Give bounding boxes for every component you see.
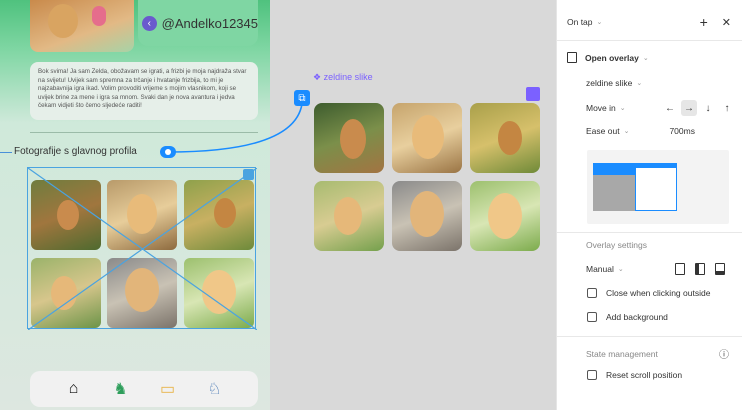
overlay-frame-label[interactable]: ❖ zeldine slike	[313, 72, 373, 83]
overlay-photo[interactable]	[470, 103, 540, 173]
duration-input[interactable]: 700ms	[669, 126, 695, 136]
destination-dropdown[interactable]: zeldine slike	[586, 78, 632, 88]
dog-bed-icon[interactable]: ▭	[156, 379, 180, 399]
add-interaction-icon[interactable]: +	[700, 14, 708, 30]
chevron-down-icon[interactable]: ⌄	[624, 127, 630, 135]
photo-grid-frame[interactable]	[27, 167, 257, 330]
photo-thumb[interactable]	[184, 180, 254, 250]
connection-start-node[interactable]	[160, 146, 176, 158]
bio-text: Bok svima! Ja sam Zelda, obožavam se igr…	[30, 62, 258, 120]
photo-thumb[interactable]	[107, 180, 177, 250]
photo-thumb[interactable]	[107, 258, 177, 328]
direction-left-button[interactable]: ←	[662, 100, 678, 116]
username-text: @Andelko12345	[161, 15, 258, 31]
overlay-photo[interactable]	[314, 103, 384, 173]
overlay-photo[interactable]	[470, 181, 540, 251]
bottom-nav-bar: ⌂ ♞ ▭ ♘	[30, 371, 258, 407]
info-icon[interactable]: ⓘ	[719, 346, 729, 361]
animation-preview	[587, 150, 729, 224]
state-management-heading: State management	[586, 348, 658, 359]
phone-frame: ‹ @Andelko12345 Bok svima! Ja sam Zelda,…	[0, 0, 270, 410]
chevron-down-icon[interactable]: ⌄	[597, 18, 603, 26]
easing-dropdown[interactable]: Ease out	[586, 126, 620, 136]
action-dropdown[interactable]: Open overlay	[585, 53, 639, 63]
overlay-connection-icon[interactable]: ⧉	[294, 90, 310, 106]
profile-dog-photo	[30, 0, 134, 52]
close-outside-checkbox[interactable]	[587, 288, 597, 298]
photo-thumb[interactable]	[184, 258, 254, 328]
home-icon[interactable]: ⌂	[62, 380, 86, 398]
interaction-panel: On tap ⌄ + ✕ Open overlay ⌄ zeldine slik…	[556, 0, 742, 410]
direction-down-button[interactable]: ↓	[700, 100, 716, 116]
overlay-photo[interactable]	[392, 103, 462, 173]
section-divider	[30, 132, 258, 133]
animation-dropdown[interactable]: Move in	[586, 103, 616, 113]
photos-section-title: Fotografije s glavnog profila	[0, 146, 137, 157]
add-background-label: Add background	[606, 312, 668, 322]
position-center-icon[interactable]	[675, 263, 685, 275]
overlay-photo[interactable]	[392, 181, 462, 251]
position-side-icon[interactable]	[695, 263, 705, 275]
chevron-down-icon[interactable]: ⌄	[636, 79, 642, 87]
overlay-action-icon	[567, 52, 577, 63]
chevron-down-icon[interactable]: ⌄	[643, 54, 649, 62]
trigger-dropdown[interactable]: On tap	[567, 17, 593, 27]
close-outside-label: Close when clicking outside	[606, 288, 711, 298]
dog-walk-icon[interactable]: ♞	[109, 379, 133, 399]
photo-thumb[interactable]	[31, 180, 101, 250]
photo-thumb[interactable]	[31, 258, 101, 328]
reset-scroll-label: Reset scroll position	[606, 370, 683, 380]
chevron-down-icon[interactable]: ⌄	[620, 104, 626, 112]
overlay-photo[interactable]	[314, 181, 384, 251]
overlay-frame-handle-icon[interactable]	[526, 87, 540, 101]
position-bottom-icon[interactable]	[715, 263, 725, 275]
reset-scroll-checkbox[interactable]	[587, 370, 597, 380]
overlay-settings-heading: Overlay settings	[586, 240, 647, 250]
chevron-down-icon[interactable]: ⌄	[618, 265, 624, 273]
add-background-checkbox[interactable]	[587, 312, 597, 322]
back-arrow-icon[interactable]: ‹	[142, 15, 157, 31]
direction-up-button[interactable]: ↑	[719, 100, 735, 116]
close-icon[interactable]: ✕	[722, 16, 731, 29]
username-header: ‹ @Andelko12345	[138, 0, 258, 46]
position-dropdown[interactable]: Manual	[586, 264, 614, 274]
resize-handle-icon[interactable]	[243, 169, 254, 180]
dog-run-icon[interactable]: ♘	[203, 379, 227, 399]
direction-right-button[interactable]: →	[681, 100, 697, 116]
